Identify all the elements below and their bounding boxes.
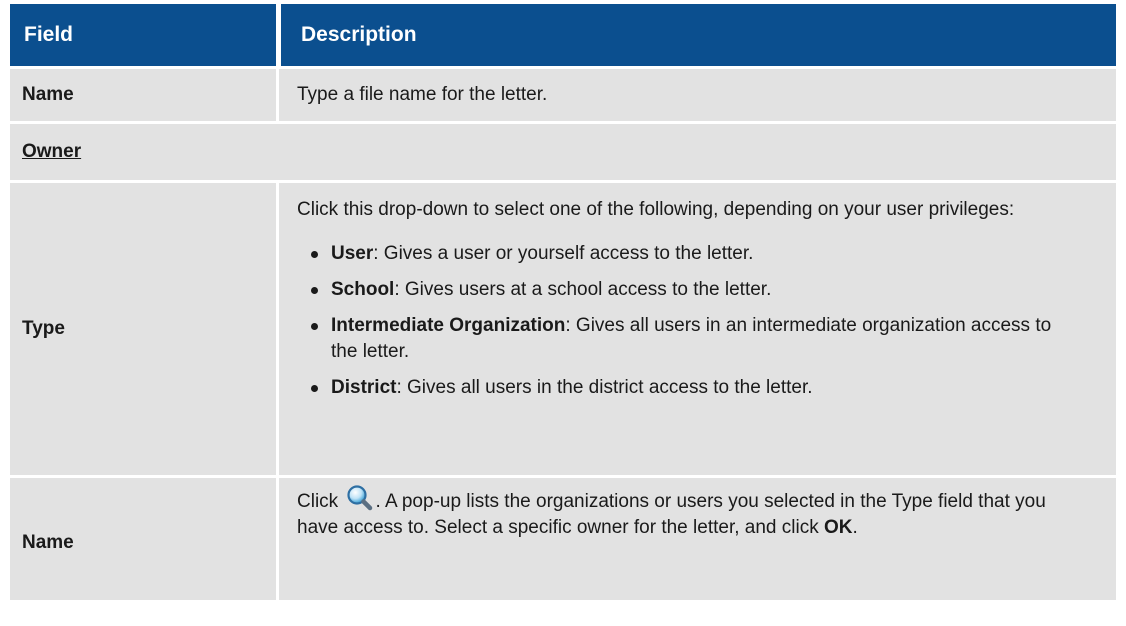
header-description: Description: [276, 4, 1116, 66]
field-name-label: Name: [22, 84, 74, 105]
field-description-table: Field Description Name Type a file name …: [10, 4, 1116, 600]
field-type-description: Click this drop-down to select one of th…: [276, 183, 1116, 475]
magnifier-icon: [345, 484, 373, 512]
bullet-term: Intermediate Organization: [331, 315, 566, 336]
bullet-term: User: [331, 243, 374, 264]
list-item: District: Gives all users in the distric…: [311, 375, 1076, 401]
type-intro-text: Click this drop-down to select one of th…: [297, 199, 1015, 220]
bullet-icon: [311, 385, 318, 392]
list-item: User: Gives a user or yourself access to…: [311, 241, 1076, 267]
bullet-icon: [311, 251, 318, 258]
table-header-row: Field Description: [10, 4, 1116, 66]
field-owner-name-label: Name: [22, 532, 74, 553]
bullet-term: District: [331, 377, 397, 398]
owner-section-heading[interactable]: Owner: [10, 124, 81, 180]
bullet-icon: [311, 287, 318, 294]
field-type-label: Type: [22, 318, 65, 339]
table-row-name: Name Type a file name for the letter.: [10, 66, 1116, 121]
list-item: Intermediate Organization: Gives all use…: [311, 313, 1076, 365]
owner-type-list: User: Gives a user or yourself access to…: [297, 241, 1076, 401]
ok-label: OK: [823, 517, 853, 538]
table-row-type: Type Click this drop-down to select one …: [10, 180, 1116, 475]
table-row-owner-name: Name Click . A pop-up lists the organiza…: [10, 475, 1116, 600]
bullet-text: : Gives users at a school access to the …: [394, 279, 772, 300]
bullet-icon: [311, 323, 318, 330]
owner-section-row: Owner: [10, 121, 1116, 180]
header-field: Field: [24, 23, 74, 46]
desc-suffix: .: [852, 517, 858, 538]
bullet-text: : Gives all users in the district access…: [396, 377, 813, 398]
field-owner-name-description: Click . A pop-up lists the organizations…: [276, 478, 1116, 600]
list-item: School: Gives users at a school access t…: [311, 277, 1076, 303]
bullet-text: : Gives a user or yourself access to the…: [373, 243, 754, 264]
desc-prefix: Click: [297, 491, 339, 512]
field-name-description: Type a file name for the letter.: [276, 69, 1116, 121]
bullet-term: School: [331, 279, 395, 300]
desc-middle: . A pop-up lists the organizations or us…: [297, 491, 1046, 538]
